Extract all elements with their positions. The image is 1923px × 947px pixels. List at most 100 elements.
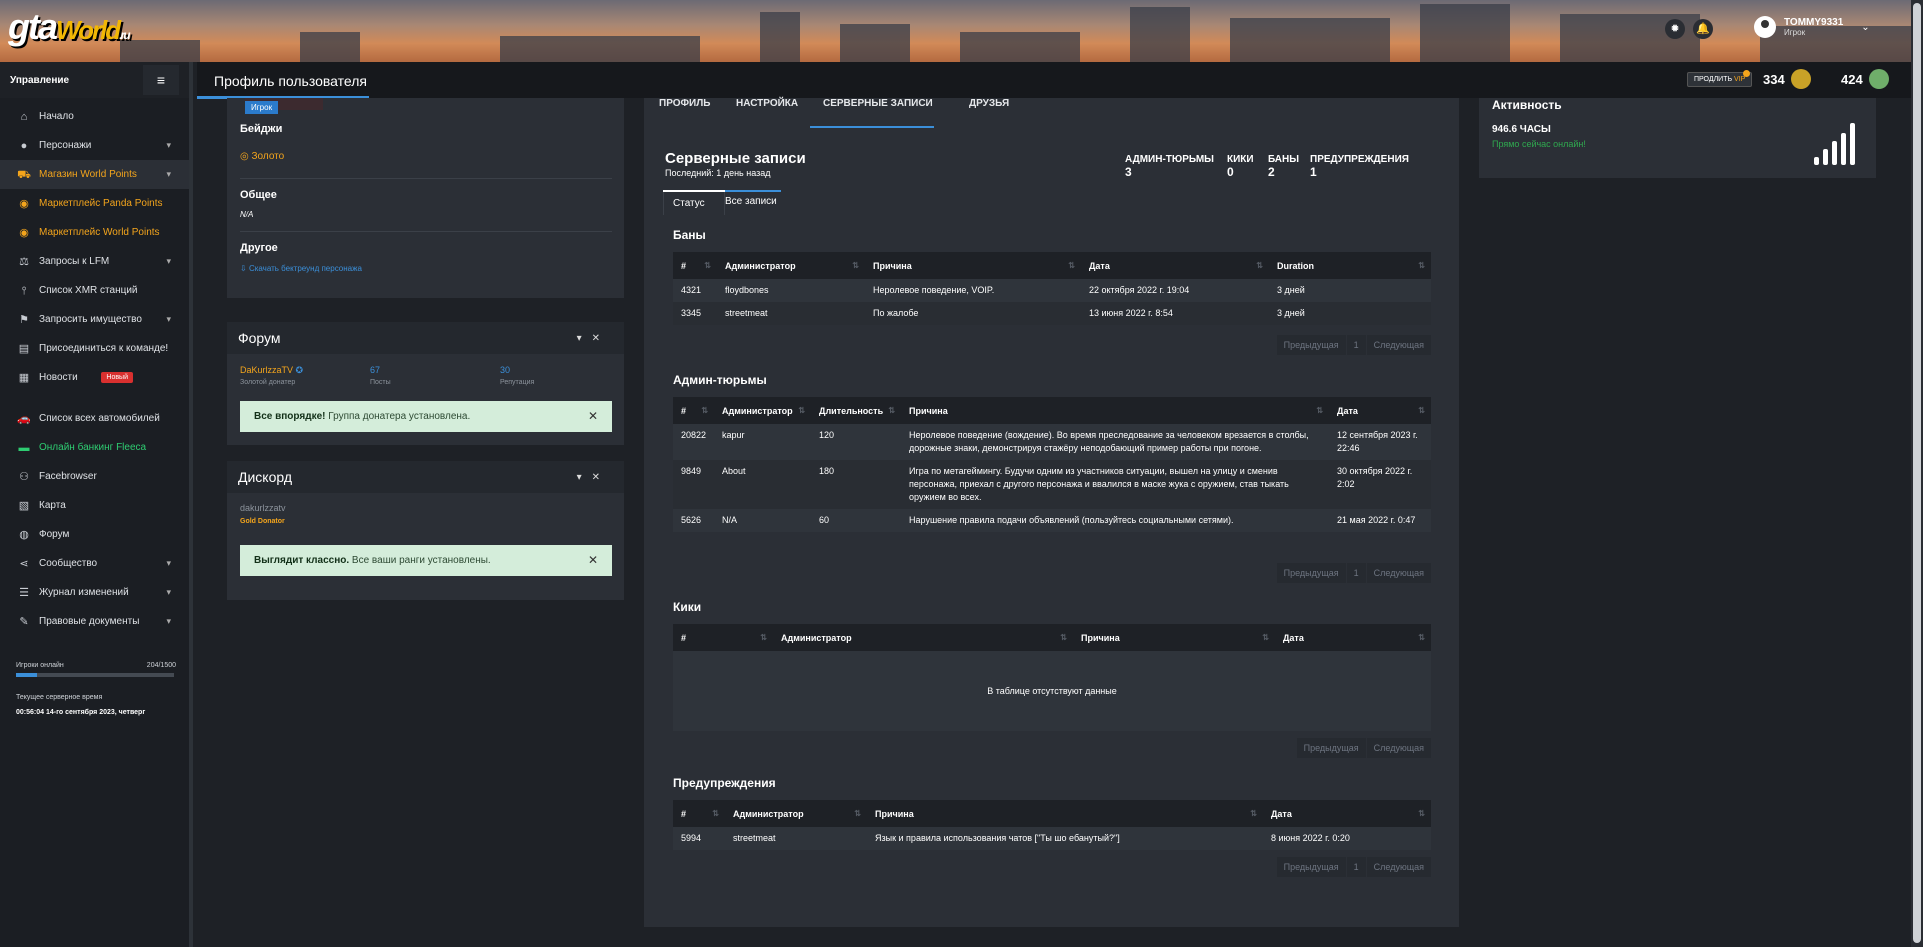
sidebar-item-xmr[interactable]: ⫯ Список XMR станций	[0, 276, 189, 305]
prev-button[interactable]: Предыдущая	[1276, 335, 1346, 355]
col-header[interactable]: Причина	[901, 397, 1330, 424]
world-points-count: 334	[1763, 72, 1785, 87]
cart-icon: ⛟	[17, 168, 31, 181]
forum-posts-label: Посты	[370, 379, 391, 386]
warnings-title: Предупреждения	[673, 776, 776, 790]
subtab-all-records[interactable]: Все записи	[725, 196, 777, 207]
sidebar-item-facebrowser[interactable]: ⚇ Facebrowser	[0, 462, 189, 491]
home-icon: ⌂	[20, 110, 28, 123]
profile-info-panel: Игрок Бейджи ◎ Золото Общее N/A Другое ⇩…	[227, 98, 624, 298]
panel-controls[interactable]: ▾✕	[577, 333, 610, 344]
sidebar-item-community[interactable]: ⋖ Сообщество ▾	[0, 549, 189, 578]
table-row: 5626 N/A 60 Нарушение правила подачи объявл…	[673, 509, 1431, 532]
close-icon[interactable]: ✕	[588, 409, 598, 423]
general-title: Общее	[240, 189, 277, 201]
scroll-thumb[interactable]	[1913, 3, 1921, 943]
col-header[interactable]: #	[673, 800, 725, 827]
sidebar-item-home[interactable]: ⌂ Начало	[0, 102, 189, 131]
sidebar-item-legal[interactable]: ✎ Правовые документы ▾	[0, 607, 189, 636]
close-icon[interactable]: ✕	[588, 553, 598, 567]
table-row: 20822 kapur 120 Неролевое поведение (вожден…	[673, 424, 1431, 460]
sidebar-item-characters[interactable]: ● Персонажи ▾	[0, 131, 189, 160]
tab-server-records[interactable]: СЕРВЕРНЫЕ ЗАПИСИ	[810, 98, 934, 128]
signal-icon	[1850, 123, 1855, 165]
prev-button[interactable]: Предыдущая	[1276, 857, 1346, 877]
badges-title: Бейджи	[240, 123, 283, 135]
col-header[interactable]: Администратор	[714, 397, 812, 424]
tab-profile[interactable]: ПРОФИЛЬ	[659, 98, 710, 109]
sidebar-item-news[interactable]: ▦ Новости Новый	[0, 363, 189, 392]
next-button[interactable]: Следующая	[1366, 335, 1431, 355]
tab-settings[interactable]: НАСТРОЙКА	[736, 98, 798, 109]
sidebar-item-property[interactable]: ⚑ Запросить имущество ▾	[0, 305, 189, 334]
col-header[interactable]: Причина	[867, 800, 1263, 827]
chevron-down-icon: ▾	[166, 140, 171, 150]
forum-rep-label: Репутация	[500, 379, 535, 386]
forum-success-alert: Все впорядке! Группа донатера установлен…	[240, 401, 612, 432]
sidebar-item-map[interactable]: ▧ Карта	[0, 491, 189, 520]
user-menu[interactable]: TOMMY9331 Игрок ⌄	[1754, 16, 1870, 38]
activity-hours: 946.6 ЧАСЫ	[1492, 124, 1551, 135]
online-progress-bar	[16, 673, 174, 677]
col-header[interactable]: Администратор	[725, 800, 867, 827]
badge-gold: ◎ Золото	[240, 151, 285, 162]
coins-icon: ◉	[19, 226, 29, 239]
jails-title: Админ-тюрьмы	[673, 373, 767, 387]
col-header[interactable]: Администратор	[717, 252, 865, 279]
col-header[interactable]: Причина	[1073, 624, 1275, 651]
money-icon: ▬	[18, 441, 30, 454]
sidebar-item-fleeca[interactable]: ▬ Онлайн банкинг Fleeca	[0, 433, 189, 462]
sidebar-item-panda-market[interactable]: ◉ Маркетплейс Panda Points	[0, 189, 189, 218]
sidebar-item-lfm[interactable]: ⚖ Запросы к LFM ▾	[0, 247, 189, 276]
sidebar-item-changelog[interactable]: ☰ Журнал изменений ▾	[0, 578, 189, 607]
page-button[interactable]: 1	[1346, 335, 1366, 355]
general-value: N/A	[240, 210, 254, 219]
new-badge: Новый	[101, 372, 133, 383]
chevron-down-icon[interactable]: ⌄	[1861, 22, 1869, 33]
forum-posts-value: 67	[370, 365, 381, 375]
table-row: 5994 streetmeat Язык и правила использован…	[673, 827, 1431, 850]
col-header[interactable]: Причина	[865, 252, 1081, 279]
signpost-icon: ⚑	[19, 313, 29, 326]
sidebar-item-join-team[interactable]: ▤ Присоединиться к команде!	[0, 334, 189, 363]
site-logo[interactable]: gtaWorld.ru	[8, 6, 131, 48]
col-header[interactable]: Дата	[1263, 800, 1431, 827]
panel-controls[interactable]: ▾✕	[577, 472, 610, 483]
settings-icon[interactable]: ✹	[1665, 19, 1685, 39]
sidebar-item-wp-shop[interactable]: ⛟ Магазин World Points ▾	[0, 160, 189, 189]
col-header[interactable]: Дата	[1081, 252, 1269, 279]
prev-button[interactable]: Предыдущая	[1296, 738, 1366, 758]
tab-friends[interactable]: ДРУЗЬЯ	[969, 98, 1009, 109]
page-button[interactable]: 1	[1346, 857, 1366, 877]
next-button[interactable]: Следующая	[1366, 563, 1431, 583]
col-header[interactable]: #	[673, 397, 715, 424]
server-time-value: 00:56:04 14-го сентября 2023, четверг	[16, 709, 146, 716]
sidebar-item-vehicles[interactable]: 🚗 Список всех автомобилей	[0, 404, 189, 433]
forum-username[interactable]: DaKurlzzaTV ✪	[240, 365, 303, 376]
bans-pagination: Предыдущая 1 Следующая	[1276, 335, 1431, 355]
avatar	[1754, 16, 1776, 38]
col-header[interactable]: Дата	[1329, 397, 1431, 424]
sidebar: Управление ≡ ⌂ Начало ● Персонажи ▾ ⛟ Магази…	[0, 62, 193, 947]
col-header[interactable]: Длительность	[811, 397, 902, 424]
next-button[interactable]: Следующая	[1366, 738, 1431, 758]
count-jails: АДМИН-ТЮРЬМЫ 3	[1125, 154, 1214, 179]
next-button[interactable]: Следующая	[1366, 857, 1431, 877]
col-header[interactable]: #	[673, 624, 773, 651]
page-button[interactable]: 1	[1346, 563, 1366, 583]
sidebar-item-forum[interactable]: ◍ Форум	[0, 520, 189, 549]
col-header[interactable]: Администратор	[773, 624, 1073, 651]
col-header[interactable]: #	[673, 252, 717, 279]
bell-icon[interactable]: 🔔	[1693, 19, 1713, 39]
col-header[interactable]: Дата	[1275, 624, 1431, 651]
sidebar-title: Управление	[10, 74, 70, 86]
hamburger-menu-icon[interactable]: ≡	[143, 65, 179, 95]
count-warnings: ПРЕДУПРЕЖДЕНИЯ 1	[1310, 154, 1409, 179]
page-scrollbar[interactable]	[1911, 0, 1923, 947]
discord-title: Дискорд	[238, 469, 293, 485]
prev-button[interactable]: Предыдущая	[1276, 563, 1346, 583]
panda-points-icon	[1869, 69, 1889, 89]
sidebar-item-wp-market[interactable]: ◉ Маркетплейс World Points	[0, 218, 189, 247]
col-header[interactable]: Duration	[1269, 252, 1431, 279]
download-backstory-link[interactable]: ⇩ Скачать бектреунд персонажа	[240, 264, 362, 273]
